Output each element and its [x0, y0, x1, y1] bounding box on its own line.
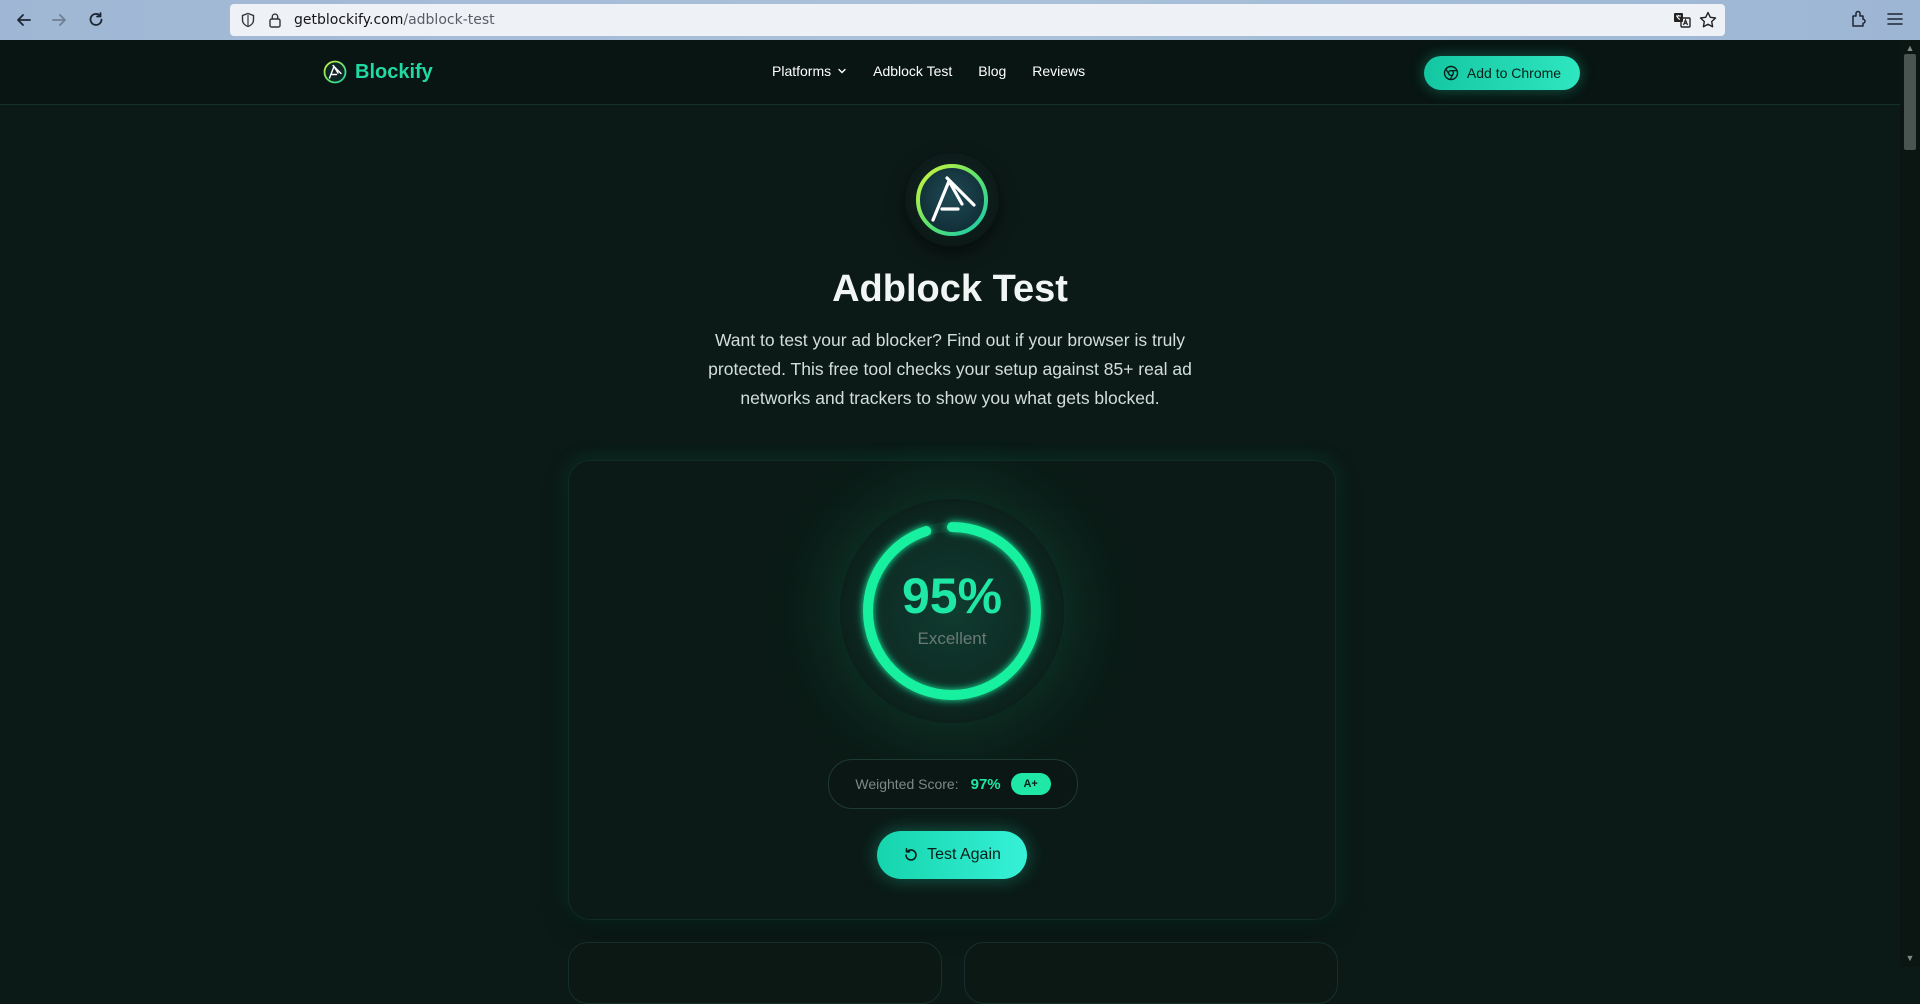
url-host: getblockify.com — [294, 12, 404, 28]
refresh-icon — [905, 848, 917, 861]
weighted-score-value: 97% — [970, 775, 1001, 793]
weighted-score-label: Weighted Score: — [855, 776, 959, 792]
menu-icon[interactable] — [1884, 8, 1908, 32]
browser-toolbar: getblockify.com/adblock-test — [0, 0, 1920, 41]
nav-platforms[interactable]: Platforms — [772, 63, 847, 79]
weighted-score-pill: Weighted Score: 97% A+ — [828, 759, 1078, 809]
nav-reviews[interactable]: Reviews — [1032, 63, 1085, 79]
score-rating-label: Excellent — [917, 629, 987, 648]
reload-icon[interactable] — [84, 8, 108, 32]
lock-icon[interactable] — [268, 12, 282, 28]
score-percent: 95% — [901, 568, 1003, 624]
blockify-shield-logo-icon — [916, 164, 988, 236]
hero-logo — [906, 154, 998, 246]
chevron-down-icon — [838, 68, 846, 74]
grade-badge: A+ — [1010, 773, 1051, 795]
result-card-left — [568, 942, 942, 1004]
nav-blog[interactable]: Blog — [978, 63, 1006, 79]
back-icon[interactable] — [12, 8, 36, 32]
scroll-up-icon[interactable]: ▲ — [1904, 43, 1916, 53]
extensions-icon[interactable] — [1848, 8, 1872, 32]
forward-icon[interactable] — [47, 8, 71, 32]
url-path: /adblock-test — [403, 12, 495, 28]
page-scrollbar[interactable]: ▲ ▼ — [1900, 40, 1920, 967]
brand-logo-link[interactable]: Blockify — [323, 60, 433, 84]
shield-icon[interactable] — [240, 12, 256, 28]
score-ring: 95% Excellent — [840, 499, 1064, 723]
main-nav: Platforms Adblock Test Blog Reviews — [772, 63, 1111, 79]
add-to-chrome-label: Add to Chrome — [1466, 65, 1562, 81]
scroll-thumb[interactable] — [1904, 54, 1916, 150]
test-again-label: Test Again — [927, 846, 1001, 863]
blockify-logo-icon — [323, 60, 347, 84]
chrome-icon — [1443, 65, 1459, 81]
nav-adblock-test[interactable]: Adblock Test — [873, 63, 952, 79]
bookmark-star-icon[interactable] — [1698, 10, 1718, 30]
site-header: Blockify Platforms Adblock Test Blog Rev… — [0, 40, 1900, 105]
url-bar[interactable]: getblockify.com/adblock-test — [230, 4, 1725, 36]
add-to-chrome-button[interactable]: Add to Chrome — [1424, 56, 1580, 90]
result-card-right — [964, 942, 1338, 1004]
page-title: Adblock Test — [832, 268, 1068, 310]
score-card: 95% Excellent Weighted Score: 97% A+ Tes… — [568, 460, 1336, 920]
page-description: Want to test your ad blocker? Find out i… — [708, 330, 1192, 408]
brand-name: Blockify — [355, 60, 433, 83]
nav-platforms-label: Platforms — [772, 63, 832, 79]
test-again-button[interactable]: Test Again — [877, 831, 1027, 879]
scroll-down-icon[interactable]: ▼ — [1904, 953, 1916, 963]
translate-icon[interactable] — [1672, 10, 1692, 30]
